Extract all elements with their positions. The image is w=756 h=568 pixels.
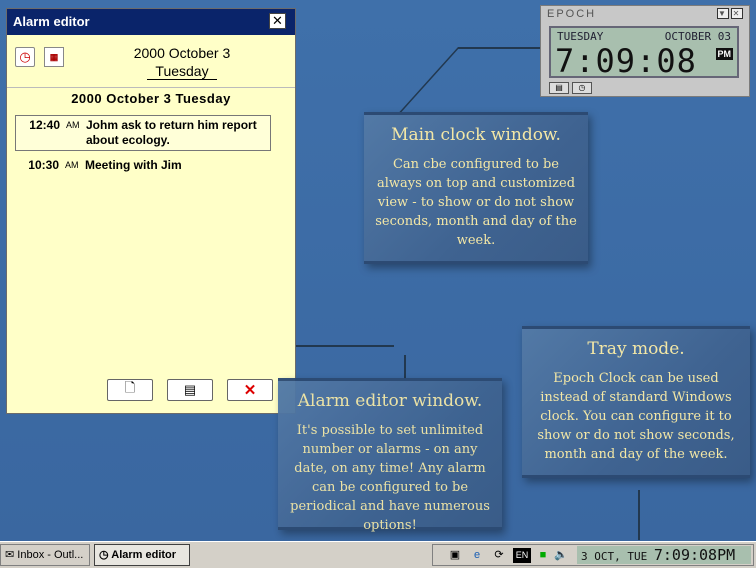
clock-icon: ◷ (578, 83, 586, 92)
callout-tray-mode: Tray mode. Epoch Clock can be used inste… (522, 326, 750, 478)
header-day[interactable]: Tuesday (147, 63, 217, 80)
delete-icon: ✕ (243, 382, 257, 399)
properties-button[interactable]: ▤ (167, 379, 213, 401)
close-icon: ✕ (732, 9, 742, 18)
alarm-item[interactable]: 10:30 AM Meeting with Jim (15, 158, 271, 173)
epoch-alarm-button[interactable]: ◷ (572, 82, 592, 94)
speaker-icon[interactable]: 🔈 (553, 548, 569, 563)
window-title: Alarm editor (13, 14, 90, 29)
epoch-close-button[interactable]: ✕ (731, 8, 743, 19)
task-label: Alarm editor (111, 549, 177, 561)
new-alarm-button[interactable]: 🗋 (107, 379, 153, 401)
alarm-text: Johm ask to return him report about ecol… (86, 118, 257, 147)
callout-main-clock: Main clock window. Can cbe configured to… (364, 112, 588, 264)
tray-clock[interactable]: 3 OCT, TUE 7:09:08PM (577, 546, 751, 564)
status-icon[interactable]: ■ (535, 548, 551, 563)
sync-icon[interactable]: ⟳ (491, 548, 507, 563)
task-alarm-editor[interactable]: ◷ Alarm editor (94, 544, 190, 566)
day-heading: 2000 October 3 Tuesday (71, 91, 231, 106)
tray-clock-time: 7:09:08PM (653, 546, 736, 564)
lcd-display: TUESDAY OCTOBER 03 7:09:08 PM (549, 26, 739, 80)
alarm-ampm: AM (65, 160, 79, 170)
callout-title: Tray mode. (587, 339, 685, 359)
task-label: Inbox - Outl... (17, 549, 84, 561)
alarm-ampm: AM (66, 120, 80, 130)
system-tray: ▣ e ⟳ EN ■ 🔈 3 OCT, TUE 7:09:08PM (432, 544, 754, 566)
desktop-icon[interactable]: ▣ (447, 548, 463, 563)
epoch-titlebar: EPOCH ▼ ✕ (541, 6, 749, 22)
alarm-item[interactable]: 12:40 AM Johm ask to return him report a… (15, 115, 271, 151)
callout-title: Main clock window. (391, 125, 561, 145)
alarm-editor-titlebar: Alarm editor ✕ (7, 9, 295, 35)
callout-body: Can cbe configured to be always on top a… (375, 157, 577, 248)
epoch-title: EPOCH (547, 8, 597, 20)
epoch-alarm-list-button[interactable]: ▤ (549, 82, 569, 94)
clock-icon: ◷ (99, 549, 109, 561)
alarm-text: Meeting with Jim (85, 158, 182, 172)
language-indicator[interactable]: EN (513, 548, 531, 563)
close-button[interactable]: ✕ (269, 13, 286, 29)
callout-body: It's possible to set unlimited number or… (290, 423, 490, 533)
connector-tray-v (638, 490, 640, 540)
callout-title: Alarm editor window. (297, 391, 483, 411)
clock-icon[interactable]: ◷ (15, 47, 35, 67)
alarm-time: 12:40 (29, 118, 60, 132)
epoch-clock-window[interactable]: EPOCH ▼ ✕ TUESDAY OCTOBER 03 7:09:08 PM … (540, 5, 750, 97)
header-date: 2000 October 3 (133, 45, 231, 61)
mail-icon: ✉ (5, 549, 15, 561)
taskbar: ✉ Inbox - Outl... ◷ Alarm editor ▣ e ⟳ E… (0, 541, 756, 568)
calendar-icon[interactable]: ▦ (44, 47, 64, 67)
close-icon: ✕ (272, 13, 283, 28)
chevron-down-icon: ▼ (718, 9, 728, 18)
alarm-time: 10:30 (28, 158, 59, 172)
task-inbox[interactable]: ✉ Inbox - Outl... (0, 544, 90, 566)
divider (7, 87, 295, 88)
epoch-menu-button[interactable]: ▼ (717, 8, 729, 19)
list-icon: ▤ (555, 83, 563, 92)
new-document-icon: 🗋 (124, 380, 136, 395)
alarm-editor-window: Alarm editor ✕ ◷ ▦ 2000 October 3 Tuesda… (6, 8, 296, 414)
callout-body: Epoch Clock can be used instead of stand… (537, 371, 735, 462)
lcd-time: 7:09:08 (555, 42, 697, 80)
callout-alarm-editor: Alarm editor window. It's possible to se… (278, 378, 502, 533)
connector-main-clock-h (458, 47, 550, 49)
tray-clock-date: 3 OCT, TUE (581, 550, 648, 563)
delete-alarm-button[interactable]: ✕ (227, 379, 273, 401)
lcd-ampm: PM (715, 48, 733, 60)
browser-icon[interactable]: e (469, 548, 485, 563)
connector-alarm-v (404, 355, 406, 379)
properties-icon: ▤ (183, 382, 197, 397)
